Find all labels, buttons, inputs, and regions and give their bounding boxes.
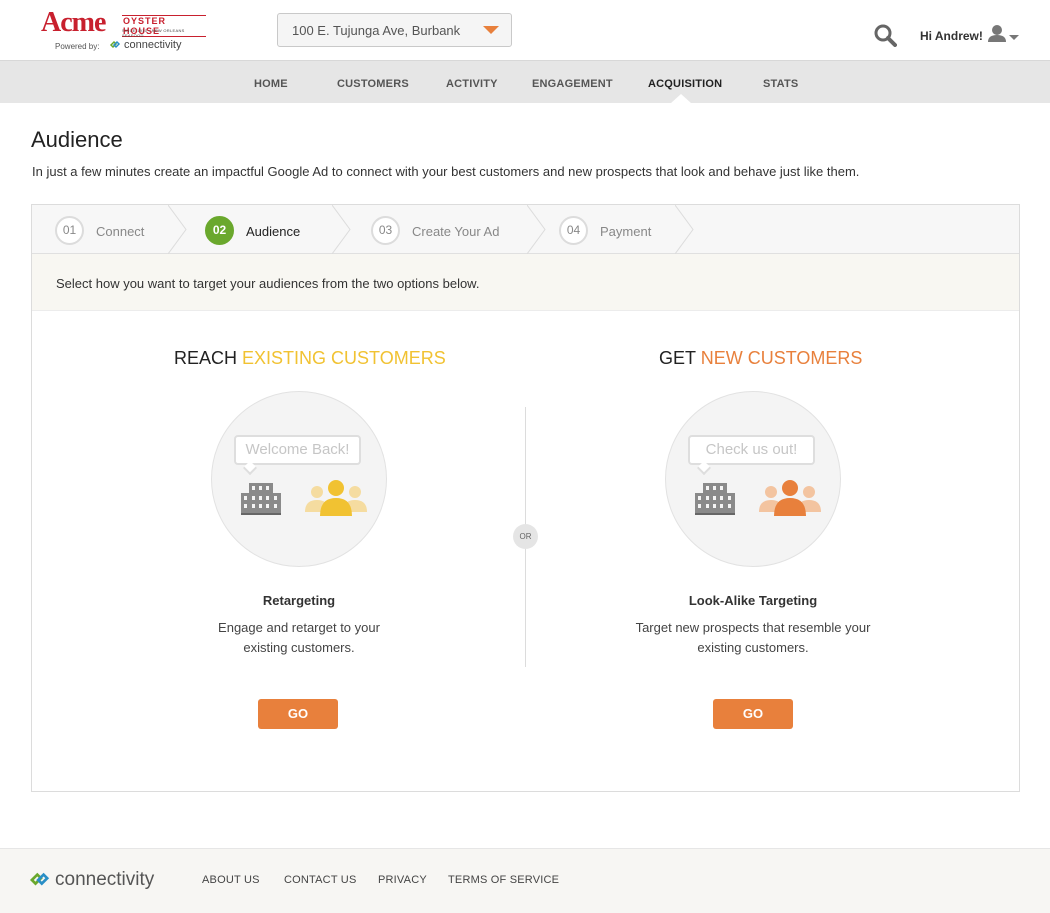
existing-title-prefix: REACH bbox=[174, 348, 238, 368]
speech-bubble: Check us out! bbox=[688, 435, 815, 465]
brand-logo[interactable]: Acme OYSTER HOUSE SINCE 1910 • NEW ORLEA… bbox=[41, 8, 206, 54]
lookalike-description: Target new prospects that resemble your … bbox=[603, 618, 903, 658]
step-label: Payment bbox=[600, 224, 652, 239]
existing-title: REACH EXISTING CUSTOMERS bbox=[174, 348, 446, 369]
lookalike-go-button[interactable]: GO bbox=[713, 699, 793, 729]
page-description: In just a few minutes create an impactfu… bbox=[32, 164, 860, 179]
partner-name: connectivity bbox=[124, 39, 182, 51]
step-separator bbox=[168, 205, 187, 254]
user-greeting: Hi Andrew! bbox=[920, 29, 983, 43]
step-number: 02 bbox=[205, 216, 234, 245]
connectivity-logo-icon bbox=[29, 872, 50, 886]
step-separator bbox=[675, 205, 694, 254]
people-group-icon bbox=[759, 480, 821, 516]
footer-link-privacy[interactable]: PRIVACY bbox=[378, 874, 427, 886]
step-label: Audience bbox=[246, 224, 301, 239]
nav-item-activity[interactable]: ACTIVITY bbox=[446, 78, 498, 90]
chevron-down-icon bbox=[1009, 35, 1019, 40]
retargeting-description: Engage and retarget to your existing cus… bbox=[149, 618, 449, 658]
footer-link-terms[interactable]: TERMS OF SERVICE bbox=[448, 874, 559, 886]
lookalike-illustration: Check us out! bbox=[665, 391, 841, 567]
footer-brand-name: connectivity bbox=[55, 869, 155, 890]
step-label: Connect bbox=[96, 224, 145, 239]
step-number: 04 bbox=[559, 216, 588, 245]
nav-item-engagement[interactable]: ENGAGEMENT bbox=[532, 78, 613, 90]
step-connect[interactable]: 01 Connect bbox=[32, 205, 182, 254]
location-select[interactable]: 100 E. Tujunga Ave, Burbank bbox=[277, 13, 512, 47]
building-icon bbox=[695, 483, 735, 515]
description-line: Engage and retarget to your bbox=[218, 620, 380, 635]
new-title: GET NEW CUSTOMERS bbox=[659, 348, 862, 369]
step-separator bbox=[332, 205, 351, 254]
instruction-bar: Select how you want to target your audie… bbox=[32, 254, 1019, 311]
footer-brand[interactable]: connectivity bbox=[29, 869, 154, 891]
instruction-text: Select how you want to target your audie… bbox=[56, 276, 480, 291]
existing-title-accent: EXISTING CUSTOMERS bbox=[242, 348, 446, 368]
step-payment[interactable]: 04 Payment bbox=[542, 205, 692, 254]
step-label: Create Your Ad bbox=[412, 224, 500, 239]
app-header: Acme OYSTER HOUSE SINCE 1910 • NEW ORLEA… bbox=[0, 0, 1050, 60]
nav-item-home[interactable]: HOME bbox=[254, 78, 288, 90]
step-create-ad[interactable]: 03 Create Your Ad bbox=[352, 205, 532, 254]
search-icon[interactable] bbox=[873, 23, 897, 47]
main-nav: HOME CUSTOMERS ACTIVITY ENGAGEMENT ACQUI… bbox=[0, 60, 1050, 103]
new-title-accent: NEW CUSTOMERS bbox=[700, 348, 863, 368]
or-badge: OR bbox=[513, 524, 538, 549]
step-audience[interactable]: 02 Audience bbox=[192, 205, 352, 254]
user-icon bbox=[988, 25, 1019, 42]
footer-link-about[interactable]: ABOUT US bbox=[202, 874, 260, 886]
location-value: 100 E. Tujunga Ave, Burbank bbox=[292, 23, 461, 38]
partner-logo: connectivity bbox=[109, 39, 181, 51]
retargeting-illustration: Welcome Back! bbox=[211, 391, 387, 567]
description-line: existing customers. bbox=[697, 640, 809, 655]
audience-wizard: 01 Connect 02 Audience 03 Create Your Ad… bbox=[31, 204, 1020, 792]
description-line: existing customers. bbox=[243, 640, 355, 655]
powered-by-label: Powered by: bbox=[55, 42, 100, 51]
building-icon bbox=[241, 483, 281, 515]
user-menu-button[interactable] bbox=[987, 24, 1023, 46]
page-footer: connectivity ABOUT US CONTACT US PRIVACY… bbox=[0, 848, 1050, 913]
nav-item-stats[interactable]: STATS bbox=[763, 78, 798, 90]
nav-item-acquisition[interactable]: ACQUISITION bbox=[648, 78, 722, 90]
brand-name: Acme bbox=[41, 7, 106, 38]
footer-link-contact[interactable]: CONTACT US bbox=[284, 874, 357, 886]
connectivity-logo-icon bbox=[109, 40, 121, 49]
people-group-icon bbox=[305, 480, 367, 516]
active-nav-indicator bbox=[671, 94, 691, 103]
nav-item-customers[interactable]: CUSTOMERS bbox=[337, 78, 409, 90]
wizard-steps: 01 Connect 02 Audience 03 Create Your Ad… bbox=[32, 205, 1019, 254]
retargeting-name: Retargeting bbox=[262, 593, 336, 608]
page-title: Audience bbox=[31, 127, 123, 152]
speech-bubble: Welcome Back! bbox=[234, 435, 361, 465]
retargeting-go-button[interactable]: GO bbox=[258, 699, 338, 729]
lookalike-name: Look-Alike Targeting bbox=[688, 593, 818, 608]
step-number: 03 bbox=[371, 216, 400, 245]
brand-since: SINCE 1910 • NEW ORLEANS SEAFOOD bbox=[122, 28, 185, 38]
chevron-down-icon bbox=[483, 26, 499, 34]
new-title-prefix: GET bbox=[659, 348, 696, 368]
step-number: 01 bbox=[55, 216, 84, 245]
description-line: Target new prospects that resemble your bbox=[635, 620, 871, 635]
